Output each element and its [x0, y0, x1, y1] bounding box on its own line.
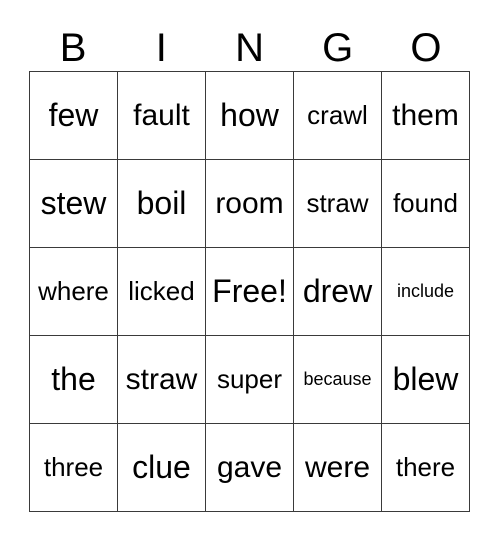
bingo-row: three clue gave were there	[30, 424, 470, 512]
bingo-cell-n1[interactable]: how	[206, 72, 294, 160]
bingo-cell-o2[interactable]: found	[382, 160, 470, 248]
bingo-row: few fault how crawl them	[30, 72, 470, 160]
bingo-cell-b4[interactable]: the	[30, 336, 118, 424]
bingo-cell-g3[interactable]: drew	[294, 248, 382, 336]
bingo-row: the straw super because blew	[30, 336, 470, 424]
bingo-row: where licked Free! drew include	[30, 248, 470, 336]
bingo-cell-n5[interactable]: gave	[206, 424, 294, 512]
bingo-cell-label: room	[215, 186, 284, 220]
bingo-cell-label: them	[392, 98, 459, 132]
bingo-cell-label: licked	[128, 275, 195, 306]
bingo-cell-label: clue	[132, 448, 191, 485]
bingo-cell-g4[interactable]: because	[294, 336, 382, 424]
bingo-cell-label: gave	[216, 450, 283, 484]
bingo-cell-label: straw	[306, 187, 369, 218]
bingo-header-letter-n: N	[235, 26, 264, 70]
bingo-cell-label: found	[392, 187, 459, 218]
bingo-cell-label: because	[303, 369, 372, 390]
bingo-cell-label: where	[38, 275, 109, 306]
bingo-cell-b1[interactable]: few	[30, 72, 118, 160]
bingo-cell-label: stew	[40, 184, 107, 221]
bingo-header-letter-g: G	[322, 26, 354, 70]
bingo-cell-label: were	[304, 450, 371, 484]
bingo-cell-label: super	[216, 363, 283, 394]
bingo-cell-label: crawl	[307, 99, 368, 130]
bingo-cell-free-space[interactable]: Free!	[206, 248, 294, 336]
bingo-cell-label: drew	[302, 272, 373, 309]
bingo-cell-i2[interactable]: boil	[118, 160, 206, 248]
bingo-cell-g2[interactable]: straw	[294, 160, 382, 248]
bingo-cell-i3[interactable]: licked	[118, 248, 206, 336]
bingo-cell-n4[interactable]: super	[206, 336, 294, 424]
bingo-cell-i4[interactable]: straw	[118, 336, 206, 424]
bingo-header-letter-o: O	[410, 26, 442, 70]
bingo-cell-b3[interactable]: where	[30, 248, 118, 336]
bingo-cell-o4[interactable]: blew	[382, 336, 470, 424]
bingo-cell-b5[interactable]: three	[30, 424, 118, 512]
bingo-cell-g5[interactable]: were	[294, 424, 382, 512]
bingo-cell-label: boil	[136, 184, 187, 221]
bingo-cell-label: few	[48, 96, 99, 133]
bingo-cell-b2[interactable]: stew	[30, 160, 118, 248]
bingo-cell-label: include	[396, 281, 455, 302]
bingo-cell-n2[interactable]: room	[206, 160, 294, 248]
bingo-free-space-label: Free!	[212, 272, 287, 309]
bingo-grid: few fault how crawl them stew boil room …	[29, 71, 470, 512]
bingo-cell-label: fault	[133, 98, 190, 132]
bingo-cell-o1[interactable]: them	[382, 72, 470, 160]
bingo-row: stew boil room straw found	[30, 160, 470, 248]
bingo-cell-o5[interactable]: there	[382, 424, 470, 512]
bingo-cell-label: how	[220, 96, 279, 133]
bingo-cell-label: there	[395, 451, 456, 482]
bingo-cell-label: straw	[125, 362, 198, 396]
bingo-header-row: B I N G O	[29, 18, 470, 70]
bingo-cell-o3[interactable]: include	[382, 248, 470, 336]
bingo-cell-g1[interactable]: crawl	[294, 72, 382, 160]
bingo-card: B I N G O few fault how crawl them stew …	[0, 0, 500, 544]
bingo-cell-label: three	[43, 451, 104, 482]
bingo-cell-i1[interactable]: fault	[118, 72, 206, 160]
bingo-cell-label: the	[51, 360, 96, 397]
bingo-header-letter-b: B	[59, 26, 87, 70]
bingo-header-letter-i: I	[155, 26, 167, 70]
bingo-cell-label: blew	[392, 360, 459, 397]
bingo-cell-i5[interactable]: clue	[118, 424, 206, 512]
